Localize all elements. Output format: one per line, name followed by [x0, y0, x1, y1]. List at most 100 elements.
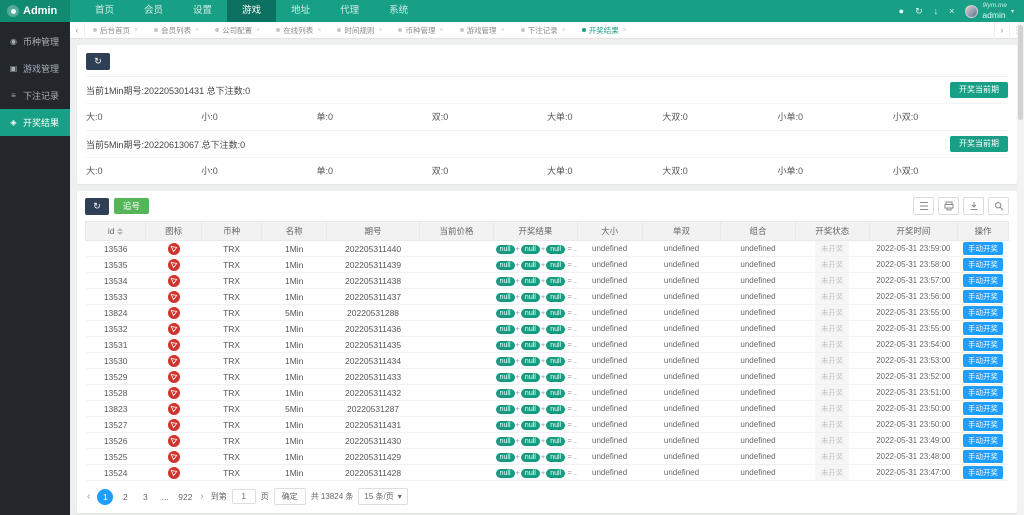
topnav-item[interactable]: 地址	[276, 0, 325, 22]
tab-item[interactable]: 游戏管理 ×	[452, 22, 513, 39]
scrollbar-thumb[interactable]	[1018, 25, 1023, 120]
table-row: 13532 TRX 1Min 202205311436 null + null …	[85, 320, 1009, 337]
tab-item[interactable]: 下注记录 ×	[513, 22, 574, 39]
col-header-id[interactable]: id	[84, 221, 147, 241]
cell-oddeven: undefined	[642, 288, 721, 305]
sidebar-item[interactable]: ◉ 币种管理	[0, 28, 70, 55]
table-row: 13527 TRX 1Min 202205311431 null + null …	[85, 416, 1009, 433]
result-badge: null	[495, 389, 515, 398]
tab-item[interactable]: 在线列表 ×	[268, 22, 329, 39]
tabs-scroll-right-icon[interactable]: ›	[994, 22, 1009, 39]
manual-draw-button[interactable]: 手动开奖	[962, 465, 1003, 480]
manual-draw-button[interactable]: 手动开奖	[962, 353, 1003, 368]
result-badge: null	[520, 245, 540, 254]
tabs-scroll-left-icon[interactable]: ‹	[70, 22, 85, 39]
brand[interactable]: Admin	[0, 0, 70, 22]
page-scrollbar[interactable]	[1017, 22, 1024, 515]
cell-combo: undefined	[720, 256, 796, 273]
columns-filter-icon[interactable]	[913, 197, 934, 215]
tab-close-icon[interactable]: ×	[256, 27, 260, 34]
manual-draw-button[interactable]: 手动开奖	[962, 385, 1003, 400]
prev-page-icon[interactable]: ‹	[85, 491, 92, 502]
cell-status: 未开奖	[795, 288, 870, 305]
topnav-item[interactable]: 设置	[178, 0, 227, 22]
page-number[interactable]: 2	[117, 489, 133, 505]
page-number[interactable]: ...	[157, 489, 173, 505]
user-menu[interactable]: 9lym.me admin ▾	[965, 2, 1014, 19]
manual-draw-button[interactable]: 手动开奖	[962, 289, 1003, 304]
page-number[interactable]: 3	[137, 489, 153, 505]
tab-close-icon[interactable]: ×	[623, 27, 627, 34]
topnav-item[interactable]: 首页	[80, 0, 129, 22]
result-badge: null	[495, 357, 515, 366]
manual-draw-button[interactable]: 手动开奖	[962, 433, 1003, 448]
cell-oddeven: undefined	[642, 272, 721, 289]
col-header-actions: 操作	[956, 221, 1010, 241]
cell-status: 未开奖	[795, 464, 870, 481]
manual-draw-button[interactable]: 手动开奖	[962, 417, 1003, 432]
tab-close-icon[interactable]: ×	[134, 27, 138, 34]
tab-item[interactable]: 公司配置 ×	[207, 22, 268, 39]
col-header-name: 名称	[261, 221, 328, 241]
cell-status: 未开奖	[795, 432, 870, 449]
tab-close-icon[interactable]: ×	[378, 27, 382, 34]
tab-item[interactable]: 开奖结果 ×	[574, 22, 635, 39]
tab-close-icon[interactable]: ×	[501, 27, 505, 34]
tab-close-icon[interactable]: ×	[317, 27, 321, 34]
per-page-select[interactable]: 15 条/页 ▾	[358, 488, 408, 505]
topnav-item[interactable]: 会员	[129, 0, 178, 22]
manual-draw-button[interactable]: 手动开奖	[962, 321, 1003, 336]
sidebar-item[interactable]: ▣ 游戏管理	[0, 55, 70, 82]
download-icon[interactable]: ↓	[934, 6, 939, 16]
sidebar-item-icon: ◉	[10, 37, 17, 46]
topnav-item[interactable]: 系统	[374, 0, 423, 22]
result-badge: null	[520, 277, 540, 286]
tab-item[interactable]: 时间规则 ×	[329, 22, 390, 39]
cell-price	[419, 288, 494, 305]
result-badge: null	[495, 325, 515, 334]
tab-close-icon[interactable]: ×	[439, 27, 443, 34]
manual-draw-button[interactable]: 手动开奖	[962, 337, 1003, 352]
manual-draw-button[interactable]: 手动开奖	[962, 273, 1003, 288]
manual-draw-button[interactable]: 手动开奖	[962, 305, 1003, 320]
export-download-icon[interactable]	[963, 197, 984, 215]
draw-current-5min-button[interactable]: 开奖当前期	[950, 136, 1008, 152]
table-refresh-button[interactable]: ↻	[85, 197, 109, 215]
theme-icon[interactable]: ●	[899, 6, 904, 16]
chase-number-button[interactable]: 追号	[114, 197, 150, 215]
cell-result: null+null+null = ...	[493, 336, 578, 353]
search-icon[interactable]	[988, 197, 1009, 215]
panel-refresh-button[interactable]: ↻	[86, 53, 110, 70]
refresh-icon[interactable]: ↻	[915, 6, 923, 16]
sidebar-item[interactable]: ≡ 下注记录	[0, 82, 70, 109]
manual-draw-button[interactable]: 手动开奖	[962, 241, 1003, 256]
topnav-item[interactable]: 代理	[325, 0, 374, 22]
topnav-item[interactable]: 游戏	[227, 0, 277, 22]
cell-combo: undefined	[720, 304, 796, 321]
manual-draw-button[interactable]: 手动开奖	[962, 449, 1003, 464]
status-badge: 未开奖	[814, 465, 850, 480]
page-number[interactable]: 1	[97, 488, 114, 505]
jump-page-input[interactable]	[231, 489, 256, 504]
draw-current-1min-button[interactable]: 开奖当前期	[950, 82, 1008, 98]
cell-status: 未开奖	[795, 256, 870, 273]
manual-draw-button[interactable]: 手动开奖	[962, 257, 1003, 272]
manual-draw-button[interactable]: 手动开奖	[962, 369, 1003, 384]
next-page-icon[interactable]: ›	[198, 491, 205, 502]
manual-draw-button[interactable]: 手动开奖	[962, 401, 1003, 416]
cell-status: 未开奖	[795, 352, 870, 369]
stat-value: 大:0	[86, 166, 103, 176]
sort-icon[interactable]	[117, 228, 124, 236]
cell-bigsmall: undefined	[577, 288, 643, 305]
sidebar-item[interactable]: ◈ 开奖结果	[0, 109, 70, 136]
tab-item[interactable]: 会员列表 ×	[146, 22, 207, 39]
tab-item[interactable]: 后台首页 ×	[85, 22, 146, 39]
fullscreen-icon[interactable]: ×	[949, 6, 954, 16]
tab-close-icon[interactable]: ×	[562, 27, 566, 34]
page-number[interactable]: 922	[177, 489, 193, 505]
print-icon[interactable]	[938, 197, 959, 215]
tab-item[interactable]: 币种管理 ×	[390, 22, 451, 39]
tab-close-icon[interactable]: ×	[195, 27, 199, 34]
jump-confirm-button[interactable]: 确定	[273, 488, 306, 505]
result-badge: null	[520, 309, 540, 318]
